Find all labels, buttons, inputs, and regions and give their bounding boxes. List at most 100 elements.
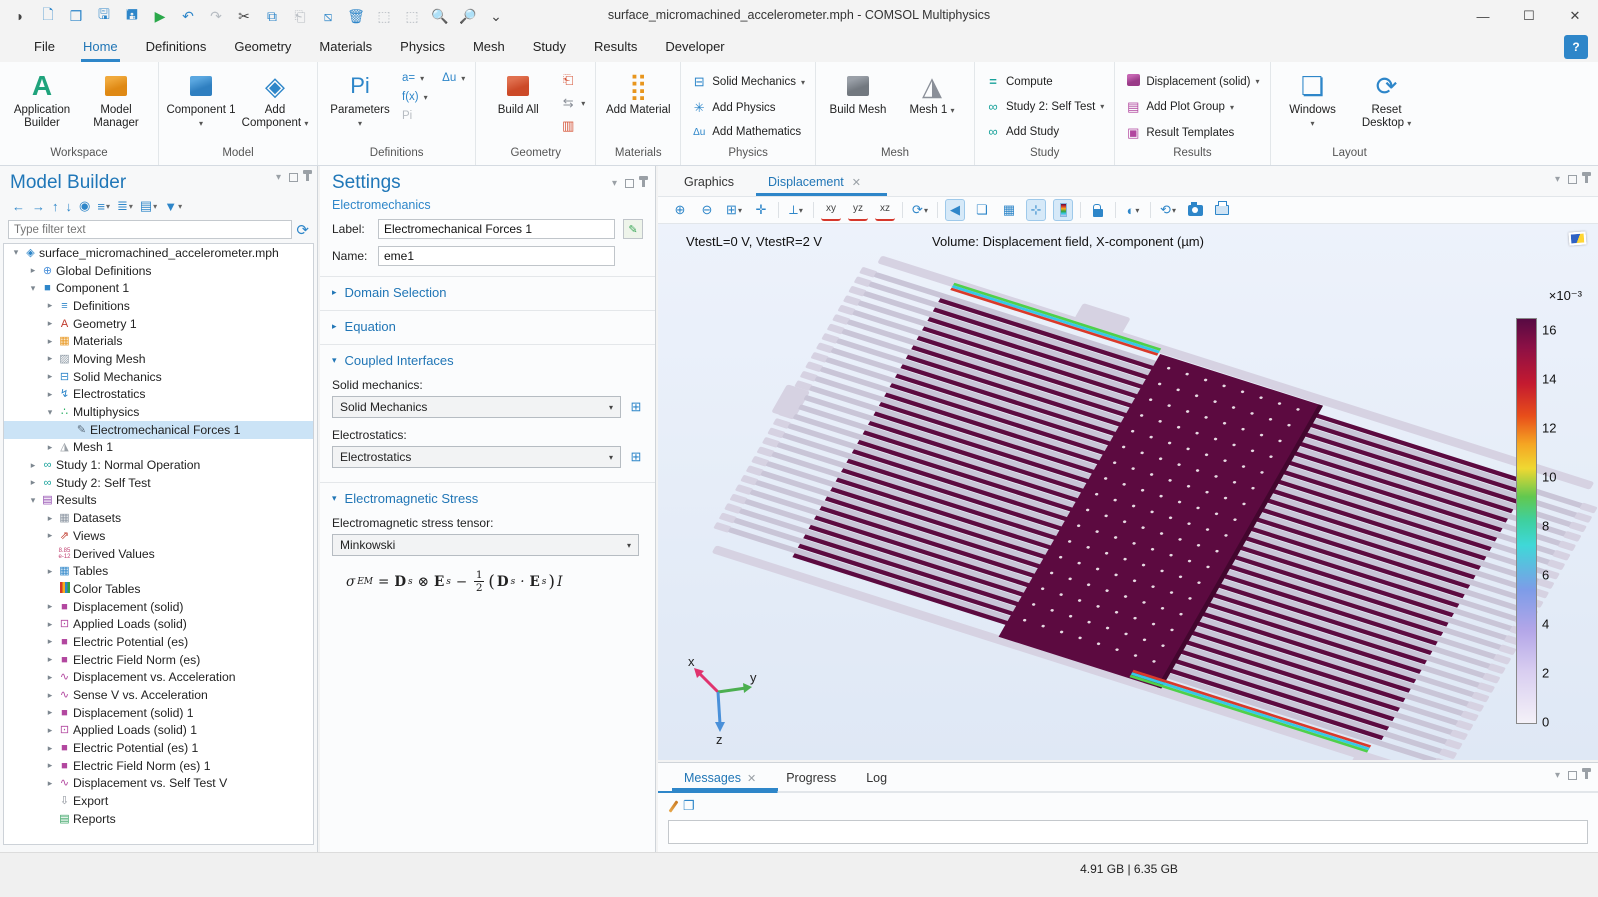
stress-tensor-dropdown[interactable]: Minkowski▾ <box>332 534 639 556</box>
tree-item[interactable]: ▸⊡Applied Loads (solid) 1 <box>4 722 313 740</box>
section-domain-selection[interactable]: ▸ Domain Selection <box>332 285 655 300</box>
grid-icon[interactable]: ▦ <box>999 199 1019 221</box>
close-tab-icon[interactable]: ✕ <box>852 177 861 189</box>
label-input[interactable] <box>378 219 615 239</box>
paste-icon[interactable]: ⎗ <box>288 5 312 27</box>
expand-icon[interactable]: ≡▾ <box>97 199 110 214</box>
expand-chevron-icon[interactable]: ▾ <box>27 495 39 506</box>
tree-item[interactable]: ▸■Displacement (solid) 1 <box>4 704 313 722</box>
tree-item[interactable]: ▸⊡Applied Loads (solid) <box>4 615 313 633</box>
tree-item[interactable]: ▸∿Displacement vs. Acceleration <box>4 669 313 687</box>
study2-select[interactable]: ∞Study 2: Self Test▾ <box>981 97 1108 116</box>
maximize-button[interactable]: ☐ <box>1506 0 1552 32</box>
add-mathematics-button[interactable]: ΔuAdd Mathematics <box>687 124 809 140</box>
displacement-plot-select[interactable]: Displacement (solid)▾ <box>1121 72 1263 91</box>
expand-chevron-icon[interactable]: ▸ <box>44 760 56 771</box>
expand-chevron-icon[interactable]: ▸ <box>44 371 56 382</box>
functions-button[interactable]: f(x)▾ <box>398 89 469 105</box>
collapse-icon[interactable]: ≣▾ <box>117 198 133 214</box>
reset-desktop-button[interactable]: ⟳ Reset Desktop ▾ <box>1351 66 1423 130</box>
go-forward-icon[interactable]: → <box>32 199 45 214</box>
tree-item[interactable]: 8.85 e-12Derived Values <box>4 545 313 563</box>
material-color-icon[interactable]: ◐▾ <box>1123 199 1143 221</box>
expand-chevron-icon[interactable]: ▸ <box>44 601 56 612</box>
model-manager-button[interactable]: Model Manager <box>80 66 152 130</box>
windows-button[interactable]: ❏ Windows▾ <box>1277 66 1349 130</box>
color-legend-icon[interactable] <box>1053 199 1073 221</box>
add-study-button[interactable]: ∞Add Study <box>981 122 1108 141</box>
image-thumbnail-icon[interactable] <box>1569 231 1587 245</box>
tree-item[interactable]: ▸∿Displacement vs. Self Test V <box>4 775 313 793</box>
zoom-in-icon[interactable]: ⊕ <box>670 199 690 221</box>
add-solid-mechanics-icon[interactable]: ⊞ <box>627 398 645 416</box>
float-panel-icon[interactable] <box>625 179 634 188</box>
panel-menu-icon[interactable]: ▾ <box>1555 770 1560 781</box>
tree-item[interactable]: ▤Reports <box>4 810 313 828</box>
panel-menu-icon[interactable]: ▾ <box>1555 174 1560 185</box>
select-box-icon[interactable]: ⬚ <box>372 5 396 27</box>
nonlocal-couplings-button[interactable]: Δu▾ <box>438 70 469 86</box>
tree-item[interactable]: ▸∞Study 2: Self Test <box>4 474 313 492</box>
tab-messages[interactable]: Messages✕ <box>684 771 756 791</box>
tree-item[interactable]: ▸▦Tables <box>4 562 313 580</box>
tree-item[interactable]: ▸◮Mesh 1 <box>4 439 313 457</box>
undo-icon[interactable]: ↶ <box>176 5 200 27</box>
minimize-button[interactable]: — <box>1460 0 1506 32</box>
refresh-icon[interactable]: ⟳ <box>296 221 309 239</box>
tree-item[interactable]: Color Tables <box>4 580 313 598</box>
zoom-extents-icon[interactable]: ✛ <box>751 199 771 221</box>
xz-view-icon[interactable]: xz <box>875 199 895 221</box>
close-tab-icon[interactable]: ✕ <box>747 773 756 785</box>
open-message-window-icon[interactable]: ❐ <box>683 798 695 814</box>
tree-item[interactable]: ▸■Electric Potential (es) 1 <box>4 739 313 757</box>
tab-materials[interactable]: Materials <box>305 32 386 62</box>
tree-item[interactable]: ▸AGeometry 1 <box>4 315 313 333</box>
tab-home[interactable]: Home <box>69 32 132 62</box>
open-file-icon[interactable]: ❒ <box>64 5 88 27</box>
clear-messages-icon[interactable] <box>669 800 679 812</box>
section-equation[interactable]: ▸ Equation <box>332 319 655 334</box>
tab-geometry[interactable]: Geometry <box>220 32 305 62</box>
customize-qat-icon[interactable]: ⌄ <box>484 5 508 27</box>
variables-button[interactable]: a=▾ <box>398 70 428 86</box>
tree-item[interactable]: ▾∴Multiphysics <box>4 403 313 421</box>
expand-chevron-icon[interactable]: ▸ <box>44 442 56 453</box>
tree-item[interactable]: ▸⇗Views <box>4 527 313 545</box>
go-to-view-icon[interactable]: ⟂▾ <box>786 199 806 221</box>
add-plot-group-button[interactable]: ▤Add Plot Group▾ <box>1121 97 1263 117</box>
new-file-icon[interactable]: 🗋 <box>36 5 60 27</box>
tab-graphics[interactable]: Graphics <box>684 175 734 196</box>
tree-item[interactable]: ▸⊕Global Definitions <box>4 262 313 280</box>
parameter-case-button[interactable]: Pi <box>398 108 469 124</box>
tree-item[interactable]: ▸∞Study 1: Normal Operation <box>4 456 313 474</box>
virtual-operations-button[interactable]: ▥ <box>556 116 589 136</box>
expand-chevron-icon[interactable]: ▸ <box>44 336 56 347</box>
add-component-button[interactable]: ◈ Add Component ▾ <box>239 66 311 130</box>
expand-chevron-icon[interactable]: ▸ <box>44 530 56 541</box>
tree-item[interactable]: ▾▤Results <box>4 492 313 510</box>
move-up-icon[interactable]: ↑ <box>52 199 59 214</box>
expand-chevron-icon[interactable]: ▸ <box>44 707 56 718</box>
component-button[interactable]: Component 1 ▾ <box>165 66 237 130</box>
pin-panel-icon[interactable] <box>306 174 309 181</box>
expand-chevron-icon[interactable]: ▾ <box>10 247 22 258</box>
expand-chevron-icon[interactable]: ▸ <box>44 566 56 577</box>
solid-mechanics-dropdown[interactable]: Solid Mechanics▾ <box>332 396 621 418</box>
section-electromagnetic-stress[interactable]: ▾ Electromagnetic Stress <box>332 491 655 506</box>
tab-physics[interactable]: Physics <box>386 32 459 62</box>
expand-chevron-icon[interactable]: ▸ <box>44 300 56 311</box>
tree-item[interactable]: ▸■Electric Field Norm (es) <box>4 651 313 669</box>
rotate-icon[interactable]: ⟳▾ <box>910 199 930 221</box>
expand-chevron-icon[interactable]: ▸ <box>44 513 56 524</box>
comsol-logo-icon[interactable]: ◗ <box>8 5 32 27</box>
scene-update-icon[interactable]: ⟲▾ <box>1158 199 1178 221</box>
tree-item[interactable]: ▸■Electric Potential (es) <box>4 633 313 651</box>
result-templates-button[interactable]: ▣Result Templates <box>1121 123 1263 143</box>
tree-item[interactable]: ▸■Displacement (solid) <box>4 598 313 616</box>
expand-chevron-icon[interactable]: ▸ <box>44 353 56 364</box>
float-panel-icon[interactable] <box>1568 771 1577 780</box>
tab-file[interactable]: File <box>20 32 69 62</box>
tab-mesh[interactable]: Mesh <box>459 32 519 62</box>
pin-panel-icon[interactable] <box>1585 176 1588 183</box>
float-panel-icon[interactable] <box>289 173 298 182</box>
